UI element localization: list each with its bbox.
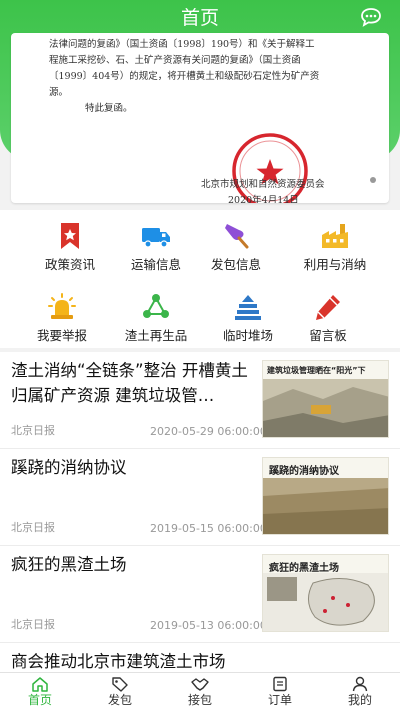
menu-item-label: 留言板 — [309, 328, 347, 343]
news-date: 2019-05-15 06:00:00 — [150, 522, 267, 535]
thumbnail-caption: 蹊跷的消纳协议 — [269, 466, 339, 477]
truck-icon — [142, 228, 170, 248]
user-icon — [352, 676, 368, 692]
menu-item-label: 政策资讯 — [44, 257, 95, 272]
news-item[interactable]: 疯狂的黑渣土场 北京日报 2019-05-13 06:00:00 疯狂的黑渣土场 — [0, 546, 400, 643]
tab-publish[interactable]: 发包 — [80, 673, 160, 711]
news-thumbnail: 建筑垃圾管理晒在“阳光”下 — [262, 360, 389, 438]
layers-icon — [235, 295, 261, 320]
map-photo-icon — [263, 573, 388, 631]
banner-carousel[interactable]: 法律问题的复函》（国土资函〔1998〕190号）和《关于解释工 程施工采挖砂、石… — [11, 33, 389, 203]
shovel-icon — [225, 224, 249, 249]
signature-date: 2020年4月14日 — [228, 195, 299, 203]
menu-item-label: 我要举报 — [36, 328, 87, 343]
tab-label: 首页 — [27, 693, 52, 707]
bookmark-icon — [61, 223, 79, 249]
doc-line: 程施工采挖砂、石、土矿产资源有关问题的复函》（国土资函 — [49, 55, 301, 66]
menu-item-reuse[interactable]: 利用与消纳 — [285, 210, 385, 272]
menu-item-contract[interactable]: 发包信息 — [186, 210, 286, 272]
news-date: 2020-05-29 06:00:00 — [150, 425, 267, 438]
news-title: 蹊跷的消纳协议 — [11, 458, 127, 477]
message-dots-icon[interactable] — [360, 7, 382, 27]
document-text: 法律问题的复函》（国土资函〔1998〕190号）和《关于解释工 程施工采挖砂、石… — [49, 37, 349, 117]
news-title: 渣土消纳“全链条”整治 开槽黄土归属矿产资源 建筑垃圾管… — [11, 361, 248, 405]
news-item[interactable]: 蹊跷的消纳协议 北京日报 2019-05-15 06:00:00 蹊跷的消纳协议 — [0, 449, 400, 546]
news-item[interactable]: 渣土消纳“全链条”整治 开槽黄土归属矿产资源 建筑垃圾管… 北京日报 2020-… — [0, 352, 400, 449]
home-icon — [32, 677, 48, 692]
carousel-indicator[interactable] — [370, 177, 376, 183]
tab-home[interactable]: 首页 — [0, 673, 80, 711]
doc-closing: 特此复函。 — [85, 103, 133, 114]
news-thumbnail: 疯狂的黑渣土场 — [262, 554, 389, 632]
menu-item-label: 利用与消纳 — [303, 257, 367, 272]
news-source: 北京日报 — [11, 521, 55, 534]
news-item[interactable]: 商会推动北京市建筑渣土市场 — [0, 643, 400, 672]
order-list-icon — [273, 676, 287, 692]
bottom-tab-bar: 首页 发包 接包 订单 我的 — [0, 672, 400, 711]
page-title: 首页 — [180, 7, 219, 29]
news-title: 商会推动北京市建筑渣土市场 — [11, 652, 226, 671]
menu-item-label: 渣土再生品 — [124, 328, 188, 343]
tab-label: 接包 — [187, 693, 212, 707]
alarm-light-icon — [48, 293, 76, 319]
news-title: 疯狂的黑渣土场 — [11, 555, 127, 574]
field-photo-icon — [263, 478, 388, 534]
news-source: 北京日报 — [11, 424, 55, 437]
handshake-icon — [191, 678, 209, 691]
news-source: 北京日报 — [11, 618, 55, 631]
doc-line: 〔1999〕404号）的规定，将开槽黄土和级配砂石定性为矿产资 — [49, 71, 320, 82]
app-root: 首页 法律问题的复函》（国土资函〔1998〕190号）和《关于解释工 程施工采挖… — [0, 0, 400, 711]
news-list: 渣土消纳“全链条”整治 开槽黄土归属矿产资源 建筑垃圾管… 北京日报 2020-… — [0, 352, 400, 672]
quarry-photo-icon — [263, 379, 388, 437]
tab-label: 发包 — [107, 693, 132, 707]
menu-item-report[interactable]: 我要举报 — [12, 281, 112, 343]
news-date: 2019-05-13 06:00:00 — [150, 619, 267, 632]
tab-orders[interactable]: 订单 — [240, 673, 320, 711]
recycle-icon — [143, 294, 169, 318]
menu-item-policy[interactable]: 政策资讯 — [20, 210, 120, 272]
news-thumbnail: 蹊跷的消纳协议 — [262, 457, 389, 535]
doc-line: 法律问题的复函》（国土资函〔1998〕190号）和《关于解释工 — [49, 39, 315, 50]
tab-label: 我的 — [347, 693, 372, 707]
menu-item-messages[interactable]: 留言板 — [278, 281, 378, 343]
tab-mine[interactable]: 我的 — [320, 673, 400, 711]
doc-line: 源。 — [49, 87, 69, 98]
feature-grid: 政策资讯 运输信息 发包信息 利用与消纳 我要举报 渣土再生品 临时堆场 留言板 — [0, 210, 400, 348]
menu-item-recycled[interactable]: 渣土再生品 — [106, 281, 206, 343]
tab-accept[interactable]: 接包 — [160, 673, 240, 711]
thumbnail-caption: 建筑垃圾管理晒在“阳光”下 — [267, 366, 366, 375]
thumbnail-caption: 疯狂的黑渣土场 — [269, 563, 339, 574]
menu-item-label: 发包信息 — [210, 257, 261, 272]
pencil-icon — [316, 295, 340, 320]
factory-icon — [322, 224, 348, 248]
tab-label: 订单 — [267, 693, 292, 707]
signature-organization: 北京市规划和自然资源委员会 — [201, 179, 325, 190]
tag-icon — [112, 677, 128, 692]
